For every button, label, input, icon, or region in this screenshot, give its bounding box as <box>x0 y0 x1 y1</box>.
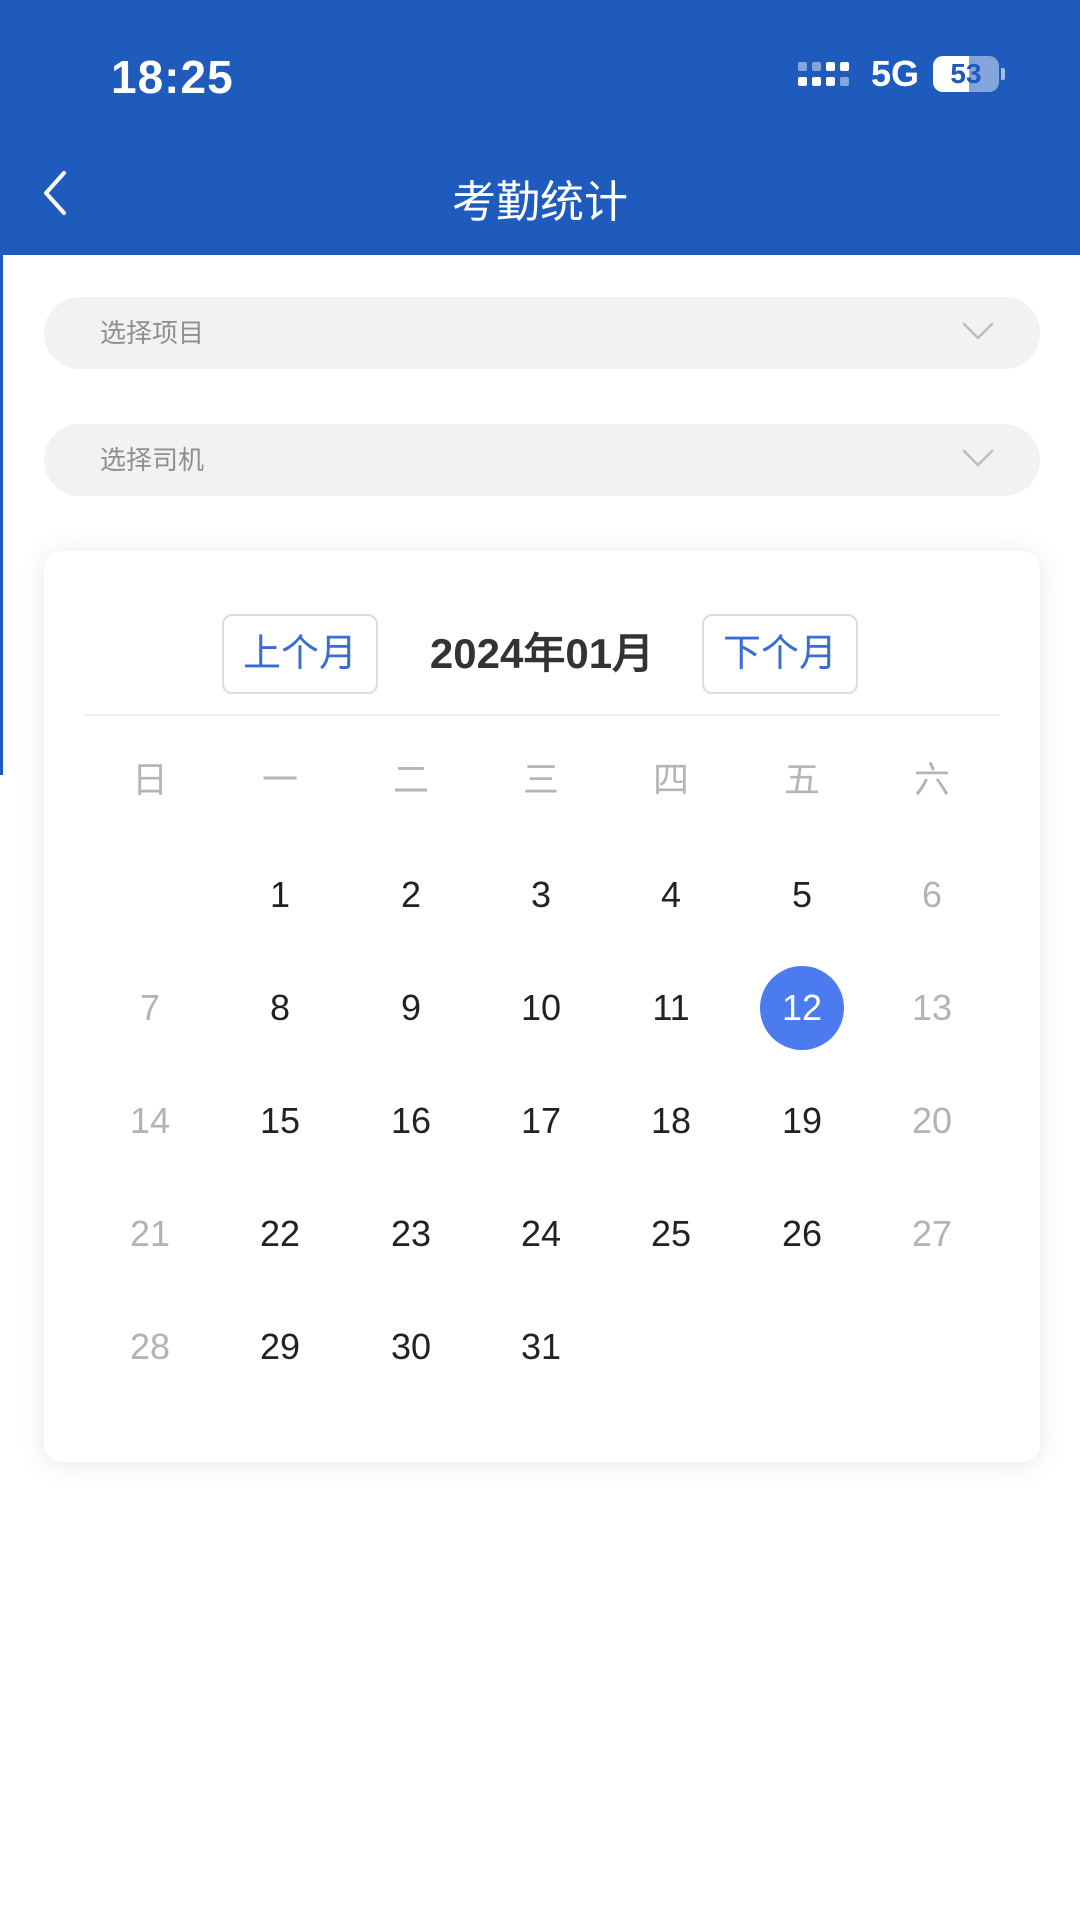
weekday-label: 日 <box>131 759 168 800</box>
page-title: 考勤统计 <box>452 178 628 227</box>
calendar-day[interactable]: 8 <box>238 966 322 1050</box>
project-select-placeholder: 选择项目 <box>100 318 205 348</box>
calendar-day[interactable]: 29 <box>238 1305 322 1389</box>
calendar-day[interactable]: 7 <box>108 966 192 1050</box>
calendar-day[interactable]: 11 <box>629 966 713 1050</box>
app-header: 18:25 5G 53 考勤统计 <box>0 0 1080 255</box>
calendar-day[interactable]: 30 <box>369 1305 453 1389</box>
calendar-day[interactable]: 9 <box>369 966 453 1050</box>
calendar-day[interactable]: 1 <box>238 853 322 937</box>
calendar-day[interactable]: 14 <box>108 1079 192 1163</box>
calendar-day-selected[interactable]: 12 <box>760 966 844 1050</box>
calendar-day[interactable]: 18 <box>629 1079 713 1163</box>
next-month-button[interactable]: 下个月 <box>702 614 858 694</box>
prev-month-button[interactable]: 上个月 <box>222 614 378 694</box>
calendar-day[interactable]: 13 <box>890 966 974 1050</box>
signal-icon <box>797 62 849 86</box>
battery-icon: 53 <box>933 56 999 92</box>
chevron-down-icon <box>962 449 994 467</box>
battery-level: 53 <box>950 58 982 89</box>
edge-strip <box>0 255 3 775</box>
calendar-day[interactable]: 24 <box>499 1192 583 1276</box>
calendar-day[interactable]: 5 <box>760 853 844 937</box>
status-indicators: 5G 53 <box>797 52 1005 96</box>
calendar-day[interactable]: 4 <box>629 853 713 937</box>
calendar-day[interactable]: 21 <box>108 1192 192 1276</box>
calendar-day[interactable]: 2 <box>369 853 453 937</box>
calendar-day[interactable]: 26 <box>760 1192 844 1276</box>
calendar-card: 上个月 2024年01月 下个月 日一二三四五六 1 2 3 4 5 6 7 8 9 10 11 12 1… <box>44 551 1040 1462</box>
calendar-day[interactable]: 27 <box>890 1192 974 1276</box>
calendar-day[interactable]: 28 <box>108 1305 192 1389</box>
calendar-day[interactable]: 15 <box>238 1079 322 1163</box>
weekday-label: 三 <box>522 759 559 800</box>
calendar-day[interactable]: 23 <box>369 1192 453 1276</box>
calendar-divider <box>84 714 1000 716</box>
project-select[interactable]: 选择项目 <box>44 297 1040 369</box>
calendar-day[interactable]: 22 <box>238 1192 322 1276</box>
driver-select-placeholder: 选择司机 <box>100 445 205 475</box>
calendar-day[interactable]: 10 <box>499 966 583 1050</box>
calendar-day[interactable]: 31 <box>499 1305 583 1389</box>
calendar-day[interactable]: 19 <box>760 1079 844 1163</box>
weekday-label: 二 <box>392 759 429 800</box>
calendar-day[interactable]: 16 <box>369 1079 453 1163</box>
calendar-day[interactable]: 25 <box>629 1192 713 1276</box>
month-label: 2024年01月 <box>429 630 655 677</box>
weekday-label: 五 <box>783 759 820 800</box>
calendar-day[interactable]: 3 <box>499 853 583 937</box>
calendar-day[interactable]: 17 <box>499 1079 583 1163</box>
calendar-day[interactable]: 20 <box>890 1079 974 1163</box>
weekday-label: 四 <box>652 759 689 800</box>
network-label: 5G <box>870 53 919 94</box>
weekday-label: 六 <box>913 759 950 800</box>
chevron-down-icon <box>962 322 994 340</box>
driver-select[interactable]: 选择司机 <box>44 424 1040 496</box>
calendar-day[interactable]: 6 <box>890 853 974 937</box>
weekday-label: 一 <box>261 759 298 800</box>
status-time: 18:25 <box>111 51 234 103</box>
battery-tip <box>1001 68 1005 80</box>
